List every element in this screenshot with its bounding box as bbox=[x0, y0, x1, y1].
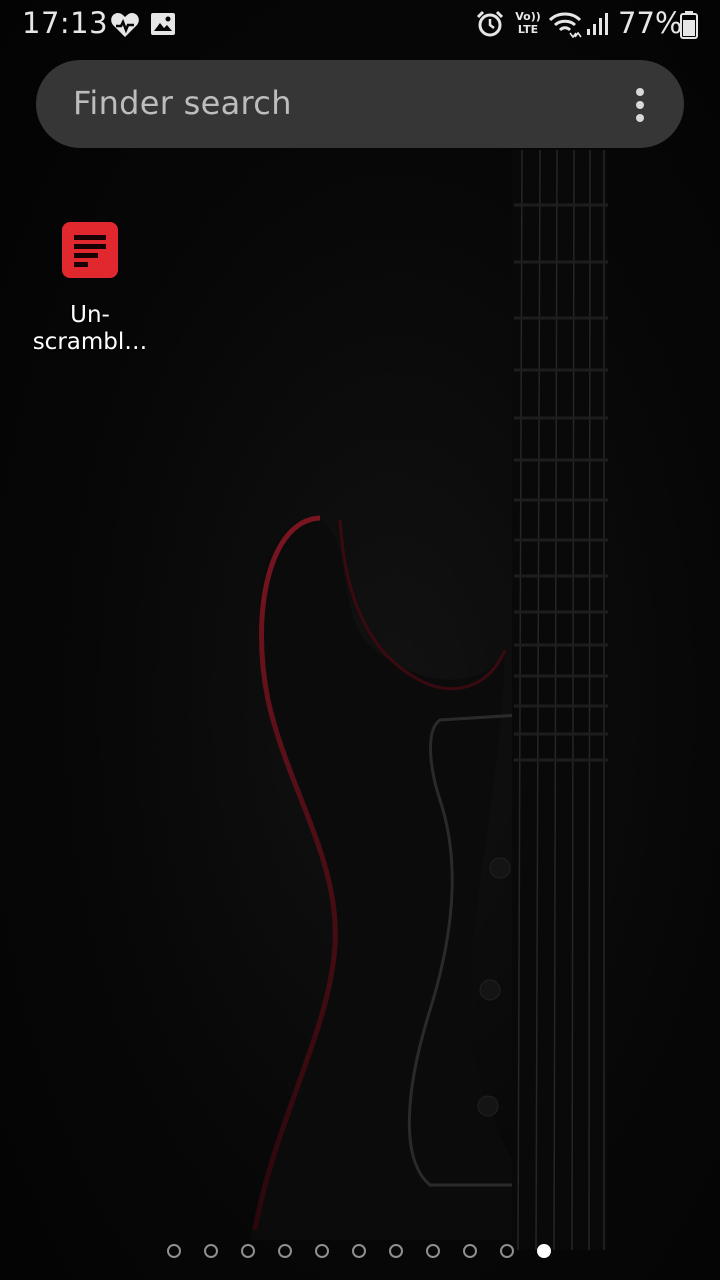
page-dot-10[interactable] bbox=[500, 1244, 514, 1258]
app-label-line-1: Un- bbox=[70, 302, 110, 328]
page-dot-1[interactable] bbox=[167, 1244, 181, 1258]
app-label: Un- scrambl… bbox=[20, 302, 160, 356]
app-shortcut-unscrambler[interactable]: Un- scrambl… bbox=[20, 218, 160, 368]
page-dot-8[interactable] bbox=[426, 1244, 440, 1258]
page-dot-11-active[interactable] bbox=[537, 1244, 551, 1258]
page-indicator[interactable] bbox=[0, 1240, 720, 1262]
signal-icon bbox=[587, 13, 608, 35]
volte-label-bottom: LTE bbox=[517, 23, 539, 36]
finder-search-bar[interactable]: Finder search bbox=[36, 60, 684, 148]
battery-icon bbox=[680, 11, 698, 39]
page-dot-7[interactable] bbox=[389, 1244, 403, 1258]
guitar-neck bbox=[512, 150, 607, 1250]
document-lines-icon bbox=[62, 222, 118, 278]
gallery-image-icon bbox=[151, 13, 175, 35]
page-dot-6[interactable] bbox=[352, 1244, 366, 1258]
search-placeholder: Finder search bbox=[73, 84, 292, 122]
volte-label-top: Vo)) bbox=[515, 10, 541, 23]
status-time: 17:13 bbox=[22, 6, 109, 40]
battery-percent: 77% bbox=[618, 6, 683, 40]
alarm-clock-icon bbox=[476, 10, 504, 37]
home-screen: 17:13 Vo)) LTE 77% Finder search Un- scr… bbox=[0, 0, 720, 1280]
page-dot-9[interactable] bbox=[463, 1244, 477, 1258]
page-dot-4[interactable] bbox=[278, 1244, 292, 1258]
wifi-icon bbox=[548, 12, 582, 39]
page-dot-3[interactable] bbox=[241, 1244, 255, 1258]
more-vertical-icon[interactable] bbox=[626, 86, 654, 124]
wallpaper-guitar bbox=[250, 149, 608, 1251]
volte-icon: Vo)) LTE bbox=[514, 10, 542, 36]
page-dot-5[interactable] bbox=[315, 1244, 329, 1258]
health-heart-icon bbox=[111, 13, 139, 37]
status-bar: 17:13 Vo)) LTE 77% bbox=[0, 0, 720, 50]
app-label-line-2: scrambl… bbox=[32, 329, 148, 355]
page-dot-2[interactable] bbox=[204, 1244, 218, 1258]
